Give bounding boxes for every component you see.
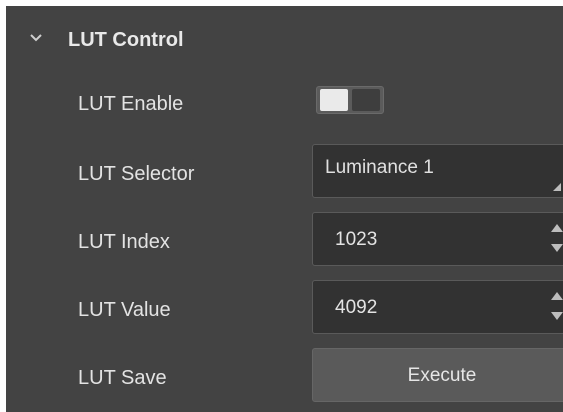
lut-selector-dropdown[interactable]: Luminance 1 [312,144,563,198]
lut-enable-toggle[interactable] [316,86,384,114]
section-header-lut-control[interactable]: LUT Control [6,6,563,72]
spin-up-icon[interactable] [551,224,563,232]
lut-selector-label: LUT Selector [78,163,195,185]
execute-button-label: Execute [407,365,477,386]
lut-value-value: 4092 [335,297,378,318]
lut-value-label: LUT Value [78,299,171,321]
dropdown-corner-icon [553,183,561,191]
chevron-down-icon[interactable] [28,30,44,46]
spin-down-icon[interactable] [551,312,563,320]
lut-index-label: LUT Index [78,231,170,253]
spin-up-icon[interactable] [551,292,563,300]
lut-control-panel: LUT Control LUT Enable LUT Selector Lumi… [6,6,563,412]
toggle-track [352,89,380,111]
lut-enable-label: LUT Enable [78,93,184,115]
lut-index-value: 1023 [335,229,378,250]
toggle-knob [320,89,348,111]
section-title: LUT Control [68,29,184,51]
execute-button[interactable]: Execute [312,348,563,402]
lut-selector-value: Luminance 1 [325,157,434,178]
spin-down-icon[interactable] [551,244,563,252]
lut-index-spinbox[interactable]: 1023 [312,212,563,266]
lut-save-label: LUT Save [78,367,167,389]
lut-value-spinbox[interactable]: 4092 [312,280,563,334]
